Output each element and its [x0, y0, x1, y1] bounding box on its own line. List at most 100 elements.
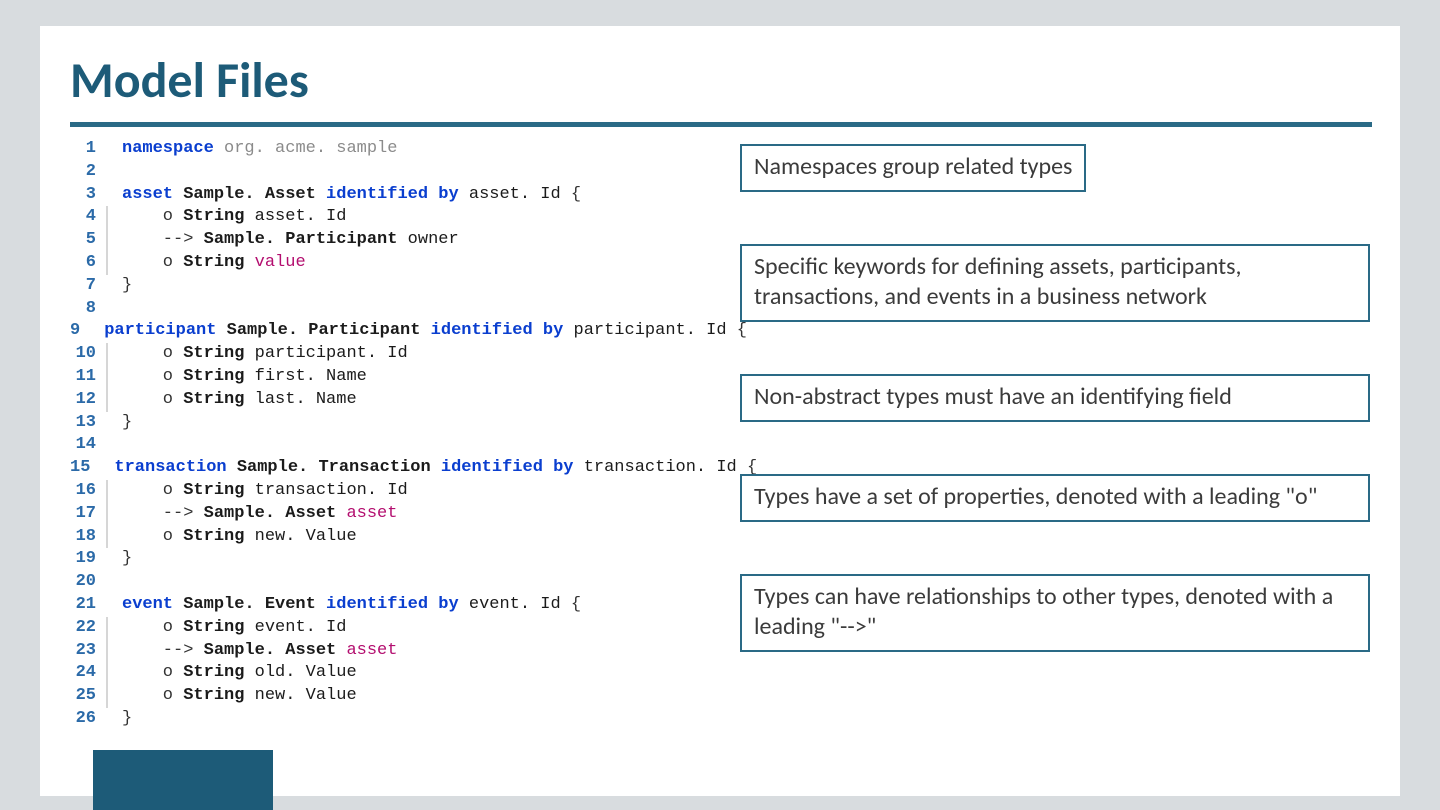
line-number: 1 [70, 138, 106, 161]
indent-guide [106, 184, 108, 207]
line-number: 25 [70, 685, 106, 708]
code-line: 1namespace org. acme. sample [70, 138, 710, 161]
indent-guide [106, 548, 108, 571]
line-number: 3 [70, 184, 106, 207]
indent-guide [106, 206, 108, 229]
callout-box: Namespaces group related types [740, 144, 1086, 192]
indent-guide [106, 366, 108, 389]
code-line: 11 o String first. Name [70, 366, 710, 389]
slide-title: Model Files [70, 50, 309, 111]
code-line: 8 [70, 298, 710, 321]
line-number: 5 [70, 229, 106, 252]
line-number: 19 [70, 548, 106, 571]
code-text: } [122, 548, 132, 571]
code-text: } [122, 275, 132, 298]
code-line: 21event Sample. Event identified by even… [70, 594, 710, 617]
line-number: 24 [70, 662, 106, 685]
indent-guide [106, 389, 108, 412]
code-text [122, 434, 132, 457]
code-line: 24 o String old. Value [70, 662, 710, 685]
indent-guide [106, 617, 108, 640]
indent-guide [106, 662, 108, 685]
code-line: 12 o String last. Name [70, 389, 710, 412]
indent-guide [106, 571, 108, 594]
line-number: 8 [70, 298, 106, 321]
indent-guide [106, 252, 108, 275]
code-line: 26} [70, 708, 710, 731]
code-text: event Sample. Event identified by event.… [122, 594, 581, 617]
line-number: 13 [70, 412, 106, 435]
line-number: 16 [70, 480, 106, 503]
slide: Model Files 1namespace org. acme. sample… [40, 26, 1400, 796]
code-text: o String old. Value [122, 662, 357, 685]
line-number: 10 [70, 343, 106, 366]
code-line: 17 --> Sample. Asset asset [70, 503, 710, 526]
code-line: 9participant Sample. Participant identif… [70, 320, 710, 343]
line-number: 7 [70, 275, 106, 298]
code-text [122, 298, 132, 321]
indent-guide [106, 434, 108, 457]
indent-guide [106, 594, 108, 617]
code-block: 1namespace org. acme. sample2 3 asset Sam… [70, 138, 710, 731]
line-number: 17 [70, 503, 106, 526]
indent-guide [106, 343, 108, 366]
code-text [122, 161, 132, 184]
indent-guide [106, 685, 108, 708]
code-text [122, 571, 132, 594]
code-text: transaction Sample. Transaction identifi… [114, 457, 757, 480]
line-number: 4 [70, 206, 106, 229]
line-number: 11 [70, 366, 106, 389]
footer-accent [93, 750, 273, 810]
callout-box: Specific keywords for defining assets, p… [740, 244, 1370, 322]
line-number: 12 [70, 389, 106, 412]
indent-guide [106, 229, 108, 252]
line-number: 23 [70, 640, 106, 663]
code-text: asset Sample. Asset identified by asset.… [122, 184, 581, 207]
code-text: } [122, 708, 132, 731]
line-number: 22 [70, 617, 106, 640]
line-number: 6 [70, 252, 106, 275]
code-text: participant Sample. Participant identifi… [104, 320, 747, 343]
code-text: o String event. Id [122, 617, 346, 640]
indent-guide [106, 275, 108, 298]
code-text: --> Sample. Asset asset [122, 503, 397, 526]
code-text: } [122, 412, 132, 435]
code-line: 13} [70, 412, 710, 435]
code-line: 20 [70, 571, 710, 594]
code-text: --> Sample. Participant owner [122, 229, 459, 252]
code-line: 10 o String participant. Id [70, 343, 710, 366]
code-text: o String first. Name [122, 366, 367, 389]
code-line: 7} [70, 275, 710, 298]
indent-guide [106, 526, 108, 549]
line-number: 15 [70, 457, 100, 480]
callout-box: Types have a set of properties, denoted … [740, 474, 1370, 522]
indent-guide [106, 161, 108, 184]
code-line: 4 o String asset. Id [70, 206, 710, 229]
code-line: 25 o String new. Value [70, 685, 710, 708]
code-line: 3 asset Sample. Asset identified by asset… [70, 184, 710, 207]
line-number: 14 [70, 434, 106, 457]
indent-guide [106, 640, 108, 663]
code-line: 18 o String new. Value [70, 526, 710, 549]
code-line: 22 o String event. Id [70, 617, 710, 640]
indent-guide [106, 412, 108, 435]
code-line: 6 o String value [70, 252, 710, 275]
code-text: --> Sample. Asset asset [122, 640, 397, 663]
line-number: 2 [70, 161, 106, 184]
line-number: 20 [70, 571, 106, 594]
indent-guide [106, 138, 108, 161]
callout-box: Types can have relationships to other ty… [740, 574, 1370, 652]
line-number: 26 [70, 708, 106, 731]
code-text: o String last. Name [122, 389, 357, 412]
code-text: o String asset. Id [122, 206, 346, 229]
code-line: 15transaction Sample. Transaction identi… [70, 457, 710, 480]
code-line: 14 [70, 434, 710, 457]
code-line: 16 o String transaction. Id [70, 480, 710, 503]
callouts: Namespaces group related types Specific k… [740, 144, 1370, 704]
code-line: 5 --> Sample. Participant owner [70, 229, 710, 252]
code-line: 23 --> Sample. Asset asset [70, 640, 710, 663]
indent-guide [106, 708, 108, 731]
code-line: 19} [70, 548, 710, 571]
line-number: 9 [70, 320, 90, 343]
code-text: o String new. Value [122, 685, 357, 708]
